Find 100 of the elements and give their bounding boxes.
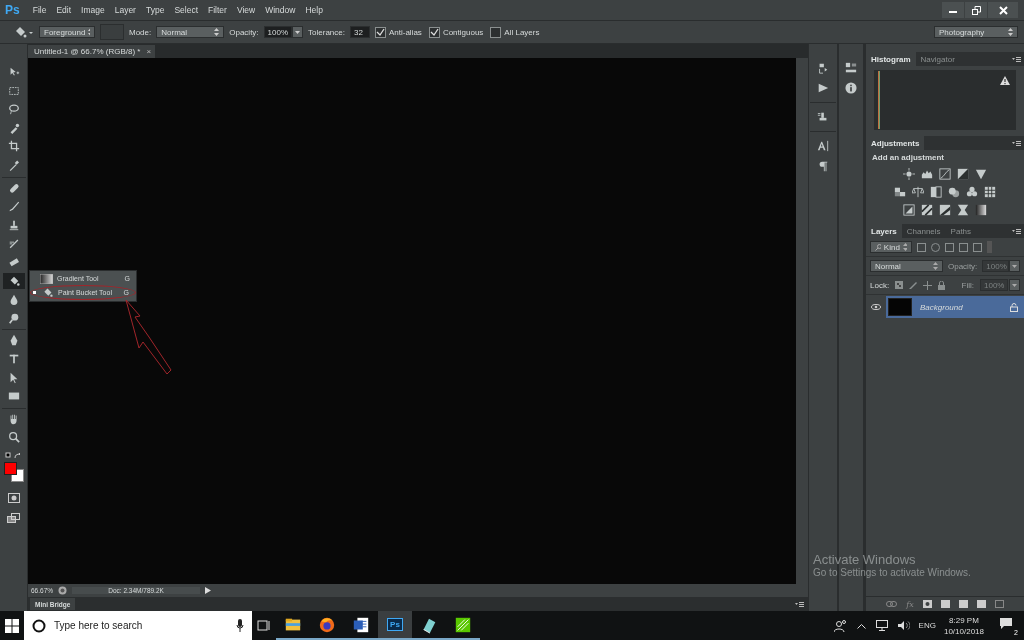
clone-source-icon[interactable] (817, 111, 829, 123)
opacity-field[interactable]: 100% (263, 26, 293, 38)
fill-dropdown[interactable] (1009, 279, 1020, 291)
checkbox[interactable] (428, 26, 440, 38)
levels-icon[interactable] (921, 168, 933, 180)
scrollbar[interactable] (796, 58, 808, 584)
tab-close[interactable]: × (146, 47, 152, 56)
eye-icon[interactable] (871, 304, 881, 310)
panel-tab[interactable]: Histogram (866, 52, 916, 66)
panel-tab[interactable]: Layers (866, 224, 902, 238)
activation-message: Go to Settings to activate Windows. (813, 567, 971, 578)
clock-time[interactable]: 8:29 PM (949, 615, 979, 625)
panel-tab[interactable]: Adjustments (866, 136, 925, 150)
filter-select[interactable]: Kind (870, 241, 912, 253)
curves-icon[interactable] (939, 168, 951, 180)
balance-icon[interactable] (912, 186, 924, 198)
threshold-icon[interactable] (939, 204, 951, 216)
restore-button[interactable] (965, 2, 987, 18)
histogram-line (878, 71, 880, 129)
panel-tab[interactable]: Navigator (915, 52, 960, 66)
hue-icon[interactable] (894, 186, 906, 198)
layer-row[interactable]: Background (886, 296, 1024, 318)
blend-mode-select[interactable]: Normal (870, 260, 943, 272)
lock-icon[interactable] (938, 280, 946, 290)
foreground-color-swatch[interactable] (3, 461, 17, 475)
warning-icon[interactable] (1000, 76, 1010, 85)
people-icon[interactable] (833, 619, 847, 632)
info-icon[interactable] (845, 82, 857, 94)
panel-menu-icon[interactable] (1012, 140, 1021, 146)
menu-item[interactable]: Type (142, 5, 172, 15)
checkbox[interactable] (490, 26, 502, 38)
play-icon[interactable] (817, 82, 829, 94)
photo-filter-icon[interactable] (948, 186, 960, 198)
panel-menu-icon[interactable] (1012, 56, 1021, 62)
screen-mode-icon[interactable] (7, 512, 20, 523)
minimize-button[interactable] (942, 2, 964, 18)
document-tab[interactable]: Untitled-1 @ 66.7% (RGB/8) * × (28, 45, 156, 58)
tool-button[interactable] (2, 272, 25, 289)
checkbox-label: All Layers (504, 27, 540, 37)
microphone-icon[interactable] (236, 619, 244, 632)
monochrome-icon[interactable] (930, 186, 942, 198)
close-button[interactable] (988, 2, 1018, 18)
menu-item[interactable]: Layer (111, 5, 143, 15)
lock-pixels-icon[interactable] (895, 281, 904, 289)
play-icon[interactable] (205, 587, 212, 594)
invert-icon[interactable] (903, 204, 915, 216)
fill-source-select[interactable]: Foreground (39, 26, 95, 38)
language-indicator[interactable]: ENG (918, 621, 936, 630)
chevron-up-icon[interactable] (856, 622, 866, 629)
menu-item[interactable]: Help (302, 5, 330, 15)
app-logo: Ps (4, 3, 21, 17)
menu-item[interactable]: Window (262, 5, 303, 15)
clock-date[interactable]: 10/10/2018 (943, 626, 984, 636)
brightness-icon[interactable] (903, 168, 915, 180)
panel-tab[interactable]: Channels (901, 224, 946, 238)
taskbar-app[interactable]: Ps (378, 611, 412, 640)
caret-icon (1012, 283, 1017, 287)
link-icon[interactable] (886, 601, 898, 607)
quick-mask-icon[interactable] (7, 492, 20, 503)
network-icon[interactable] (875, 620, 888, 631)
vibrance-icon[interactable] (975, 168, 987, 180)
menu-item[interactable]: File (29, 5, 54, 15)
start-icon[interactable] (5, 618, 19, 633)
opacity-dropdown[interactable] (1009, 260, 1020, 272)
menu-item[interactable]: Select (171, 5, 205, 15)
lasso-icon (7, 103, 20, 116)
volume-icon[interactable] (897, 620, 910, 631)
tolerance-field[interactable]: 32 (349, 26, 370, 38)
brush-icon[interactable] (909, 281, 918, 289)
gradient-map-icon[interactable] (975, 204, 987, 216)
menu-item[interactable]: View (233, 5, 263, 15)
task-view-icon[interactable] (257, 620, 271, 631)
selective-color-icon[interactable] (957, 204, 969, 216)
lookup-grid-icon[interactable] (984, 186, 996, 198)
mode-select[interactable]: Normal (156, 26, 225, 38)
panel-tab[interactable]: Paths (945, 224, 977, 238)
bucket-icon[interactable] (14, 25, 34, 39)
exposure-icon[interactable] (957, 168, 969, 180)
history-icon[interactable] (817, 62, 829, 74)
globe-icon[interactable] (58, 586, 68, 595)
menu-item[interactable]: Edit (53, 5, 79, 15)
menu-item[interactable]: Image (78, 5, 112, 15)
panel-menu-icon[interactable] (795, 601, 804, 607)
paragraph-icon[interactable] (817, 160, 829, 172)
search-bar[interactable]: Type here to search (24, 611, 252, 640)
opacity-dropdown[interactable] (292, 26, 304, 38)
panel-menu-icon[interactable] (1012, 228, 1021, 234)
move-arrows-icon[interactable] (923, 280, 933, 290)
character-icon[interactable] (817, 140, 829, 152)
history-brush-icon (7, 237, 20, 250)
workspace-select[interactable]: Photography (934, 26, 1018, 38)
posterize-icon[interactable] (921, 204, 933, 216)
checkbox[interactable] (374, 26, 386, 38)
menu-item[interactable]: Filter (205, 5, 234, 15)
swap-colors-icon[interactable] (4, 451, 23, 460)
mask-icon[interactable] (922, 600, 932, 608)
filter-toggle[interactable] (987, 241, 992, 253)
channel-mixer-icon[interactable] (966, 186, 978, 198)
search-field[interactable]: Type here to search (52, 619, 230, 632)
properties-icon[interactable] (845, 62, 857, 74)
